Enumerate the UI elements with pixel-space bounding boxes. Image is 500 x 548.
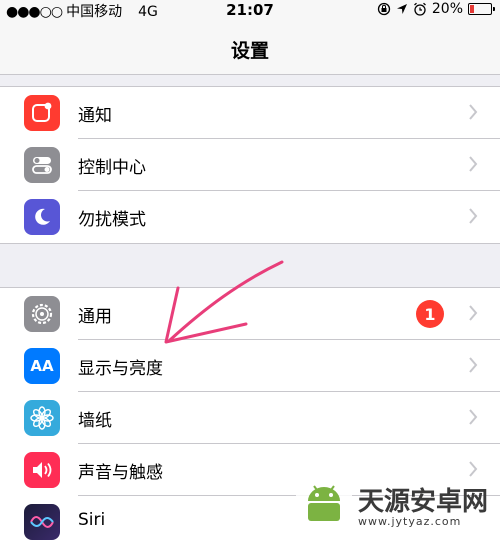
battery-icon xyxy=(468,3,495,15)
settings-row-display-brightness[interactable]: AA 显示与亮度 xyxy=(0,340,500,392)
chevron-right-icon xyxy=(469,156,478,172)
settings-group-1: 通知 控制中心 勿扰模式 xyxy=(0,86,500,244)
control-center-icon xyxy=(24,147,60,183)
row-label: 显示与亮度 xyxy=(78,359,163,379)
chevron-right-icon xyxy=(469,409,478,425)
settings-row-notifications[interactable]: 通知 xyxy=(0,87,500,139)
settings-row-do-not-disturb[interactable]: 勿扰模式 xyxy=(0,191,500,243)
status-bar: ●●●○○ 中国移动 4G 21:07 20% xyxy=(0,0,500,20)
notifications-icon xyxy=(24,95,60,131)
battery-level-fill xyxy=(470,5,474,13)
row-label: 声音与触感 xyxy=(78,463,163,483)
display-brightness-icon: AA xyxy=(24,348,60,384)
alarm-icon xyxy=(413,2,426,16)
row-label: 墙纸 xyxy=(78,411,112,431)
update-count-badge: 1 xyxy=(416,300,444,328)
chevron-right-icon xyxy=(469,357,478,373)
nav-bar: 设置 xyxy=(0,20,500,75)
settings-row-wallpaper[interactable]: 墙纸 xyxy=(0,392,500,444)
settings-row-control-center[interactable]: 控制中心 xyxy=(0,139,500,191)
chevron-right-icon xyxy=(469,305,478,321)
chevron-right-icon xyxy=(469,461,478,477)
wallpaper-icon xyxy=(24,400,60,436)
orientation-lock-icon xyxy=(377,2,391,16)
moon-icon xyxy=(24,199,60,235)
chevron-right-icon xyxy=(469,104,478,120)
watermark-logo: 天源安卓网 www.jytyaz.com xyxy=(294,477,494,531)
android-robot-icon xyxy=(296,479,352,529)
settings-row-general[interactable]: 通用 1 xyxy=(0,288,500,340)
battery-percent: 20% xyxy=(431,1,463,17)
siri-icon xyxy=(24,504,60,540)
row-label: 勿扰模式 xyxy=(78,210,146,230)
page-title: 设置 xyxy=(230,40,269,62)
row-label: 通用 xyxy=(78,307,112,327)
row-label: 通知 xyxy=(78,106,112,126)
row-label: 控制中心 xyxy=(78,158,146,178)
watermark-url: www.jytyaz.com xyxy=(358,515,462,528)
speaker-icon xyxy=(24,452,60,488)
status-right: 20% xyxy=(377,1,495,17)
location-icon xyxy=(396,4,407,14)
chevron-right-icon xyxy=(469,208,478,224)
gear-icon xyxy=(24,296,60,332)
row-label: Siri xyxy=(78,510,106,530)
watermark-title: 天源安卓网 xyxy=(358,487,489,517)
